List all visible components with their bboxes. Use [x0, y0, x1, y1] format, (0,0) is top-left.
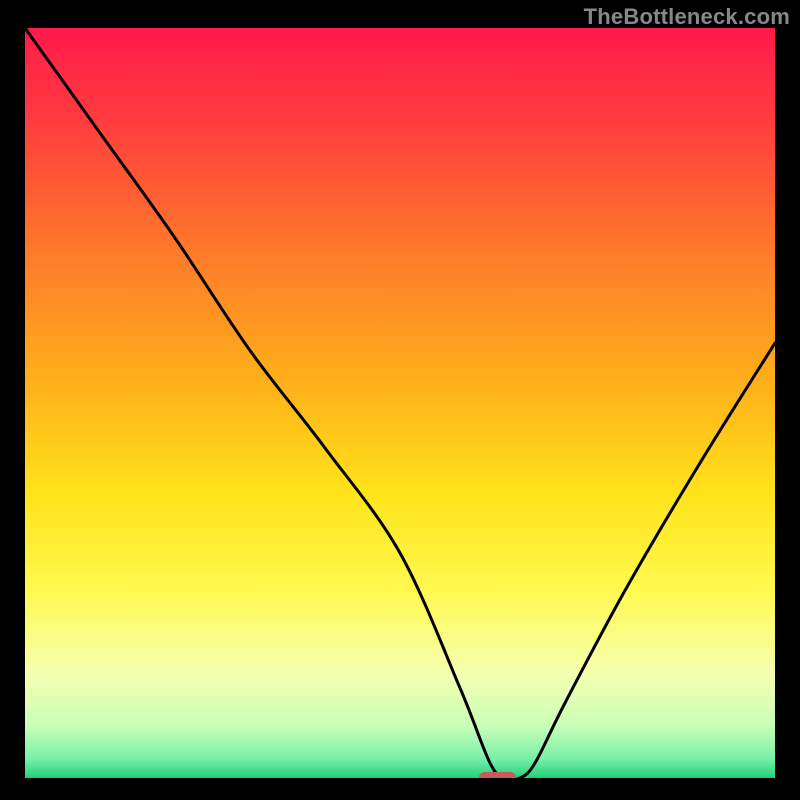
watermark-text: TheBottleneck.com — [584, 4, 790, 30]
gradient-background — [25, 28, 775, 778]
plot-area — [25, 28, 775, 778]
chart-frame: TheBottleneck.com — [0, 0, 800, 800]
chart-svg — [25, 28, 775, 778]
optimal-marker — [479, 772, 517, 778]
